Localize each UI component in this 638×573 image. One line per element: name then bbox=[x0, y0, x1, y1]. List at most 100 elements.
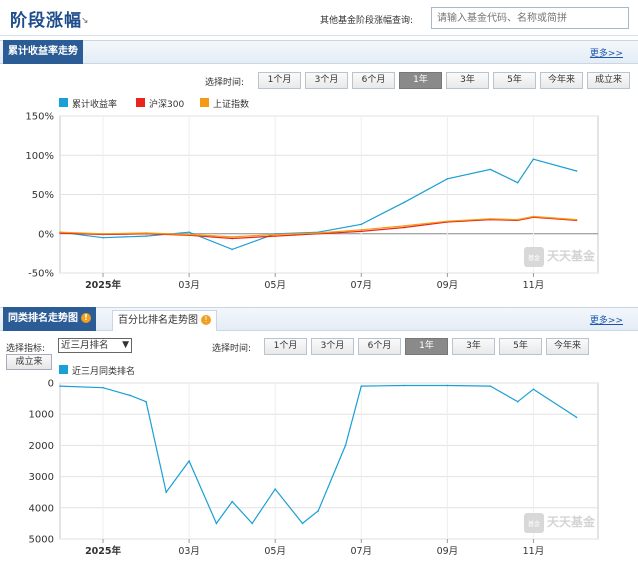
legend-swatch bbox=[59, 365, 68, 374]
range-button[interactable]: 1年 bbox=[399, 72, 442, 89]
search-label: 其他基金阶段涨幅查询: bbox=[320, 16, 414, 26]
x-tick-label: 2025年 bbox=[85, 279, 121, 291]
y-tick-label: 100% bbox=[25, 151, 54, 162]
range-button[interactable]: 5年 bbox=[499, 338, 542, 355]
select-time-label: 选择时间: bbox=[212, 344, 252, 354]
data-point bbox=[532, 215, 535, 218]
range-button[interactable]: 1个月 bbox=[258, 72, 301, 89]
tab-cumulative-return[interactable]: 累计收益率走势 bbox=[3, 40, 83, 64]
x-tick-label: 05月 bbox=[264, 546, 286, 557]
info-icon: ! bbox=[81, 313, 91, 323]
y-tick-label: 4000 bbox=[29, 503, 54, 514]
data-point bbox=[446, 220, 449, 222]
data-point bbox=[102, 232, 104, 235]
range-button[interactable]: 3个月 bbox=[311, 338, 354, 355]
data-point bbox=[446, 178, 449, 180]
data-point bbox=[188, 460, 190, 462]
data-point bbox=[403, 226, 406, 229]
data-point bbox=[516, 181, 519, 184]
range-button[interactable]: 今年来 bbox=[546, 338, 589, 355]
data-point bbox=[403, 384, 406, 387]
more-link[interactable]: 更多>> bbox=[590, 313, 623, 326]
data-point bbox=[360, 230, 363, 233]
section-bar-cumulative: 累计收益率走势 更多>> bbox=[0, 40, 638, 64]
range-buttons: 1个月 3个月 6个月 1年 3年 5年 今年来 成立来 bbox=[258, 72, 630, 89]
since-inception-button[interactable]: 成立来 bbox=[6, 354, 52, 370]
data-point bbox=[489, 218, 492, 220]
tab-label: 同类排名走势图 bbox=[8, 313, 78, 324]
tab-peer-ranking[interactable]: 同类排名走势图! bbox=[3, 307, 96, 331]
x-tick-label: 2025年 bbox=[85, 545, 121, 557]
y-tick-label: 0% bbox=[38, 229, 54, 240]
range-button[interactable]: 5年 bbox=[493, 72, 536, 89]
legend-swatch bbox=[59, 98, 68, 107]
range-button[interactable]: 6个月 bbox=[358, 338, 401, 355]
data-point bbox=[360, 385, 363, 387]
peer-ranking-chart: 0 1000 2000 3000 4000 5000 2025年 03月 05月 07月 09月 11… bbox=[29, 379, 599, 557]
legend-swatch bbox=[200, 98, 209, 107]
section-bar-ranking: 同类排名走势图! 百分比排名走势图! 更多>> bbox=[0, 307, 638, 331]
data-point bbox=[215, 522, 218, 525]
data-point bbox=[301, 522, 304, 525]
data-point bbox=[251, 522, 254, 525]
data-point bbox=[231, 500, 233, 503]
range-button[interactable]: 3年 bbox=[446, 72, 489, 89]
watermark-text: 天天基金 bbox=[547, 248, 596, 263]
data-point bbox=[344, 444, 347, 447]
range-button[interactable]: 6个月 bbox=[352, 72, 395, 89]
y-tick-label: -50% bbox=[28, 269, 54, 280]
select-time-label: 选择时间: bbox=[205, 78, 245, 88]
range-buttons: 1个月 3个月 6个月 1年 3年 5年 今年来 bbox=[264, 338, 594, 355]
x-tick-label: 11月 bbox=[523, 280, 545, 291]
data-point bbox=[59, 231, 61, 233]
data-point bbox=[145, 232, 147, 234]
indicator-select[interactable]: 近三月排名 ▼ bbox=[58, 338, 132, 353]
range-button[interactable]: 今年来 bbox=[540, 72, 583, 89]
data-point bbox=[188, 231, 190, 233]
tab-percentile-ranking[interactable]: 百分比排名走势图! bbox=[112, 310, 217, 331]
range-button[interactable]: 3年 bbox=[452, 338, 495, 355]
data-point bbox=[516, 218, 519, 221]
data-point bbox=[489, 168, 492, 171]
x-tick-label: 09月 bbox=[437, 280, 459, 291]
data-point bbox=[145, 235, 147, 237]
data-point bbox=[231, 237, 233, 240]
range-button[interactable]: 1年 bbox=[405, 338, 448, 355]
chevron-down-icon: ▼ bbox=[122, 340, 129, 350]
y-tick-label: 3000 bbox=[29, 472, 54, 483]
range-button[interactable]: 3个月 bbox=[305, 72, 348, 89]
range-button[interactable]: 成立来 bbox=[587, 72, 630, 89]
cumulative-return-chart: 150% 100% 50% 0% -50% 2025年 03月 05月 07月 09月 11月 基金天… bbox=[25, 112, 599, 291]
data-point bbox=[102, 236, 104, 239]
data-point bbox=[489, 385, 492, 387]
page-title: 阶段涨幅 bbox=[10, 11, 82, 31]
y-tick-label: 50% bbox=[32, 190, 54, 201]
data-point bbox=[274, 235, 277, 237]
data-point bbox=[360, 229, 363, 231]
watermark-sub: 基金 bbox=[528, 520, 540, 528]
x-tick-label: 09月 bbox=[437, 546, 459, 557]
data-point bbox=[317, 510, 320, 512]
tab-label: 百分比排名走势图 bbox=[118, 315, 198, 326]
data-point bbox=[129, 394, 132, 397]
data-point bbox=[575, 218, 578, 221]
info-icon: ! bbox=[201, 315, 211, 325]
legend-swatch bbox=[136, 98, 145, 107]
indicator-value: 近三月排名 bbox=[61, 340, 109, 351]
more-link[interactable]: 更多>> bbox=[590, 46, 623, 59]
y-tick-label: 2000 bbox=[29, 441, 54, 452]
select-indicator-label: 选择指标: bbox=[6, 344, 46, 354]
y-tick-label: 1000 bbox=[29, 410, 54, 421]
data-point bbox=[532, 388, 535, 391]
range-button[interactable]: 1个月 bbox=[264, 338, 307, 355]
fund-search-input[interactable] bbox=[431, 7, 629, 29]
data-point bbox=[145, 400, 147, 403]
data-point bbox=[102, 386, 104, 389]
watermark-sub: 基金 bbox=[528, 254, 540, 262]
plot-area bbox=[59, 382, 599, 540]
data-point bbox=[231, 236, 233, 238]
data-point bbox=[446, 384, 449, 387]
data-point bbox=[575, 416, 578, 419]
data-point bbox=[317, 232, 320, 234]
x-tick-label: 05月 bbox=[264, 280, 286, 291]
